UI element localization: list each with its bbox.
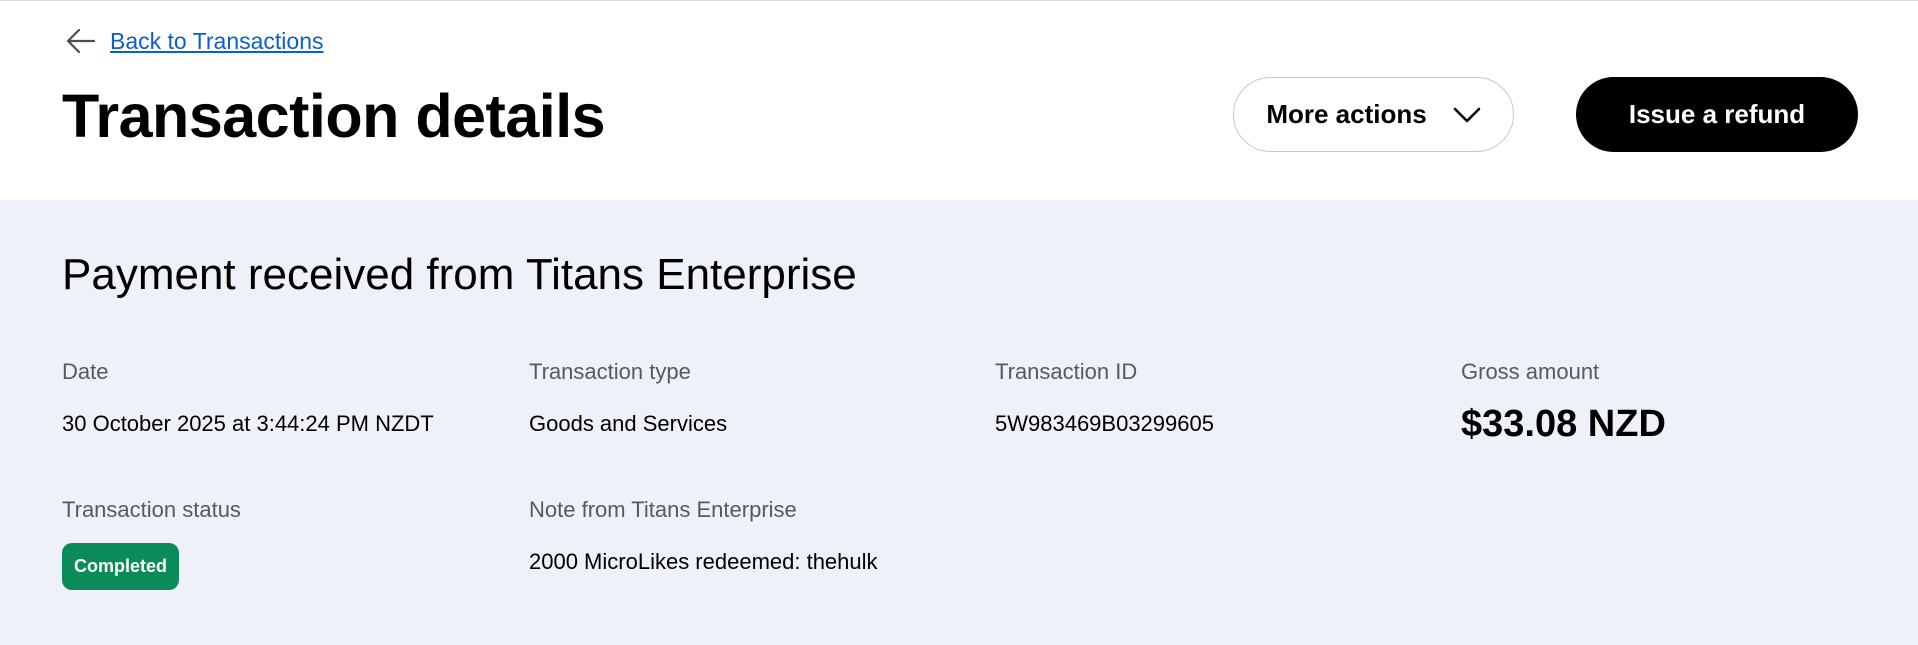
transaction-id-field: Transaction ID 5W983469B03299605 <box>995 359 1214 437</box>
more-actions-button[interactable]: More actions <box>1233 77 1514 152</box>
transaction-type-label: Transaction type <box>529 359 691 384</box>
arrow-left-icon <box>66 28 96 54</box>
transaction-details-panel: Payment received from Titans Enterprise … <box>0 200 1918 645</box>
page-title: Transaction details <box>62 82 606 150</box>
back-link-label[interactable]: Back to Transactions <box>110 28 324 55</box>
issue-refund-label: Issue a refund <box>1628 99 1806 129</box>
more-actions-label: More actions <box>1266 99 1427 129</box>
transaction-type-value: Goods and Services <box>529 411 728 436</box>
issue-refund-button[interactable]: Issue a refund <box>1576 77 1858 152</box>
note-label: Note from Titans Enterprise <box>529 497 797 522</box>
gross-amount-value: $33.08 NZD <box>1461 403 1666 445</box>
note-field: Note from Titans Enterprise 2000 MicroLi… <box>529 497 878 575</box>
transaction-status-field: Transaction status Completed <box>62 497 241 590</box>
note-value: 2000 MicroLikes redeemed: thehulk <box>529 549 878 574</box>
status-badge: Completed <box>62 543 180 590</box>
date-field: Date 30 October 2025 at 3:44:24 PM NZDT <box>62 359 434 437</box>
transaction-id-label: Transaction ID <box>995 359 1138 384</box>
back-to-transactions-link[interactable]: Back to Transactions <box>66 27 324 55</box>
date-value: 30 October 2025 at 3:44:24 PM NZDT <box>62 411 434 436</box>
page-header: Back to Transactions Transaction details… <box>0 1 1918 200</box>
gross-amount-label: Gross amount <box>1461 359 1600 384</box>
transaction-heading: Payment received from Titans Enterprise <box>62 250 857 299</box>
transaction-status-label: Transaction status <box>62 497 241 522</box>
chevron-down-icon <box>1453 107 1480 122</box>
gross-amount-field: Gross amount $33.08 NZD <box>1461 359 1666 446</box>
transaction-type-field: Transaction type Goods and Services <box>529 359 727 437</box>
transaction-id-value: 5W983469B03299605 <box>995 411 1214 436</box>
date-label: Date <box>62 359 109 384</box>
